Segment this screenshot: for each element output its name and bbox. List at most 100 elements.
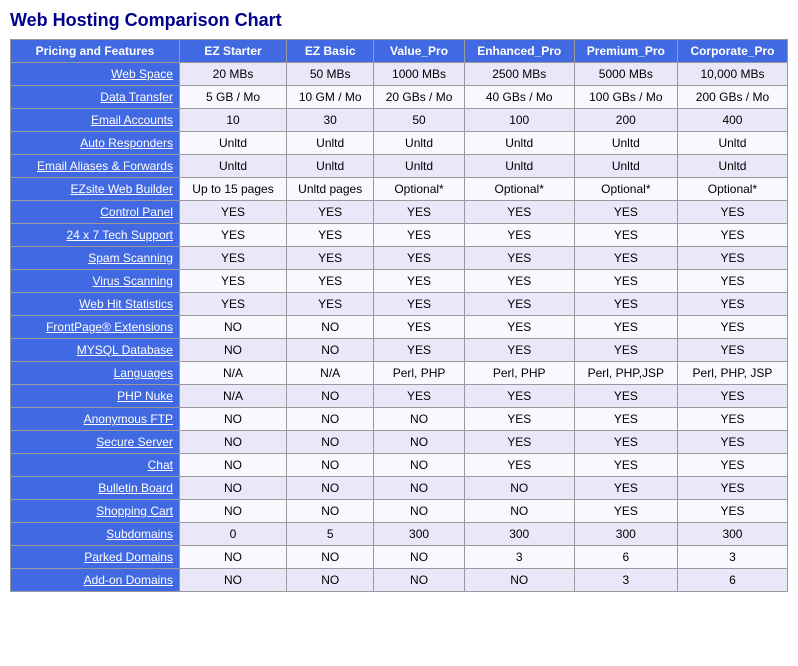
cell-value: Unltd (464, 155, 574, 178)
cell-value: NO (287, 546, 374, 569)
cell-value: YES (464, 270, 574, 293)
feature-link[interactable]: Email Accounts (91, 113, 173, 127)
cell-value: YES (179, 224, 286, 247)
feature-label[interactable]: Email Aliases & Forwards (11, 155, 180, 178)
feature-label[interactable]: 24 x 7 Tech Support (11, 224, 180, 247)
cell-value: YES (677, 293, 787, 316)
cell-value: YES (574, 293, 677, 316)
table-row: Email Aliases & ForwardsUnltdUnltdUnltdU… (11, 155, 788, 178)
feature-link[interactable]: Subdomains (106, 527, 173, 541)
cell-value: YES (374, 247, 464, 270)
feature-link[interactable]: Secure Server (96, 435, 173, 449)
cell-value: 400 (677, 109, 787, 132)
feature-link[interactable]: MYSQL Database (77, 343, 173, 357)
feature-label[interactable]: EZsite Web Builder (11, 178, 180, 201)
plan-header-corporate-pro: Corporate_Pro (677, 40, 787, 63)
feature-link[interactable]: Virus Scanning (92, 274, 173, 288)
cell-value: NO (179, 431, 286, 454)
feature-link[interactable]: Parked Domains (84, 550, 173, 564)
cell-value: YES (374, 224, 464, 247)
table-row: ChatNONONOYESYESYES (11, 454, 788, 477)
feature-label[interactable]: Email Accounts (11, 109, 180, 132)
feature-link[interactable]: Bulletin Board (98, 481, 173, 495)
feature-label[interactable]: Chat (11, 454, 180, 477)
feature-label[interactable]: Add-on Domains (11, 569, 180, 592)
feature-link[interactable]: Anonymous FTP (84, 412, 173, 426)
feature-label[interactable]: Control Panel (11, 201, 180, 224)
feature-link[interactable]: PHP Nuke (117, 389, 173, 403)
cell-value: Perl, PHP,JSP (574, 362, 677, 385)
comparison-table: Pricing and FeaturesEZ StarterEZ BasicVa… (10, 39, 788, 592)
cell-value: Unltd (677, 132, 787, 155)
feature-link[interactable]: Email Aliases & Forwards (37, 159, 173, 173)
table-row: Control PanelYESYESYESYESYESYES (11, 201, 788, 224)
cell-value: 1000 MBs (374, 63, 464, 86)
feature-label[interactable]: Auto Responders (11, 132, 180, 155)
cell-value: YES (464, 224, 574, 247)
cell-value: YES (374, 201, 464, 224)
feature-link[interactable]: Languages (114, 366, 173, 380)
cell-value: NO (179, 569, 286, 592)
cell-value: YES (287, 270, 374, 293)
feature-label[interactable]: Web Space (11, 63, 180, 86)
feature-label[interactable]: Web Hit Statistics (11, 293, 180, 316)
cell-value: YES (464, 408, 574, 431)
feature-link[interactable]: Web Hit Statistics (79, 297, 173, 311)
cell-value: YES (464, 431, 574, 454)
feature-link[interactable]: Auto Responders (80, 136, 173, 150)
feature-label[interactable]: Virus Scanning (11, 270, 180, 293)
feature-link[interactable]: Control Panel (100, 205, 173, 219)
feature-link[interactable]: Add-on Domains (84, 573, 173, 587)
cell-value: YES (574, 477, 677, 500)
cell-value: YES (574, 408, 677, 431)
cell-value: YES (574, 270, 677, 293)
feature-link[interactable]: Chat (148, 458, 173, 472)
cell-value: Unltd (179, 155, 286, 178)
cell-value: YES (179, 293, 286, 316)
cell-value: NO (287, 339, 374, 362)
feature-label[interactable]: Data Transfer (11, 86, 180, 109)
feature-label[interactable]: Spam Scanning (11, 247, 180, 270)
feature-label[interactable]: PHP Nuke (11, 385, 180, 408)
cell-value: YES (374, 339, 464, 362)
table-row: Auto RespondersUnltdUnltdUnltdUnltdUnltd… (11, 132, 788, 155)
cell-value: YES (677, 408, 787, 431)
feature-link[interactable]: EZsite Web Builder (70, 182, 173, 196)
cell-value: 40 GBs / Mo (464, 86, 574, 109)
feature-label[interactable]: FrontPage® Extensions (11, 316, 180, 339)
feature-label[interactable]: Secure Server (11, 431, 180, 454)
cell-value: NO (374, 500, 464, 523)
feature-label[interactable]: Languages (11, 362, 180, 385)
cell-value: NO (464, 569, 574, 592)
feature-label[interactable]: Subdomains (11, 523, 180, 546)
feature-link[interactable]: Web Space (111, 67, 173, 81)
feature-label[interactable]: Shopping Cart (11, 500, 180, 523)
cell-value: Optional* (677, 178, 787, 201)
cell-value: NO (287, 500, 374, 523)
feature-label[interactable]: Parked Domains (11, 546, 180, 569)
feature-label[interactable]: Bulletin Board (11, 477, 180, 500)
cell-value: NO (374, 431, 464, 454)
cell-value: Unltd pages (287, 178, 374, 201)
cell-value: NO (179, 454, 286, 477)
feature-link[interactable]: Data Transfer (100, 90, 173, 104)
feature-link[interactable]: Spam Scanning (88, 251, 173, 265)
table-row: FrontPage® ExtensionsNONOYESYESYESYES (11, 316, 788, 339)
cell-value: 6 (574, 546, 677, 569)
cell-value: YES (464, 201, 574, 224)
cell-value: YES (677, 316, 787, 339)
cell-value: 200 GBs / Mo (677, 86, 787, 109)
cell-value: YES (464, 247, 574, 270)
cell-value: 5 (287, 523, 374, 546)
feature-link[interactable]: FrontPage® Extensions (46, 320, 173, 334)
feature-link[interactable]: 24 x 7 Tech Support (66, 228, 173, 242)
cell-value: YES (574, 339, 677, 362)
cell-value: YES (464, 385, 574, 408)
cell-value: YES (574, 500, 677, 523)
cell-value: YES (677, 339, 787, 362)
cell-value: YES (287, 201, 374, 224)
cell-value: YES (677, 385, 787, 408)
feature-label[interactable]: MYSQL Database (11, 339, 180, 362)
feature-link[interactable]: Shopping Cart (96, 504, 173, 518)
feature-label[interactable]: Anonymous FTP (11, 408, 180, 431)
